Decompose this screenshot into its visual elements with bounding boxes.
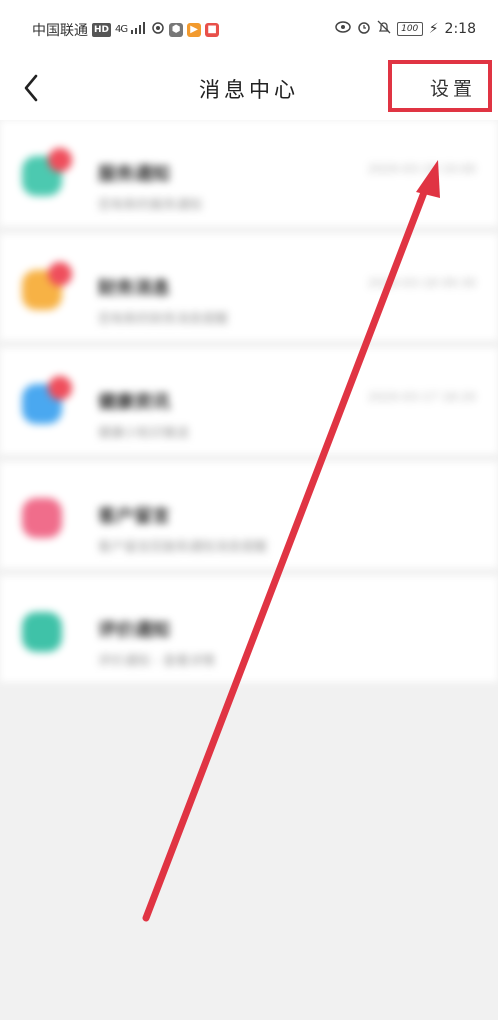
message-subtitle: 客户留言回复和通知消息提醒 (98, 540, 268, 555)
message-time: 2020-03-18 09:30 (367, 276, 476, 290)
battery-indicator: 100 (396, 22, 423, 36)
message-time: 2020-03-17 18:20 (367, 390, 476, 404)
message-list: 服务通知 您有新的服务通知 2020-03-18 10:00 财务消息 您有新的… (0, 120, 498, 690)
charging-icon: ⚡ (428, 21, 439, 37)
unread-dot (48, 376, 72, 400)
message-item-health[interactable]: 健康资讯 健康小知识推送 2020-03-17 18:20 (0, 348, 498, 454)
carrier-label: 中国联通 (32, 23, 88, 39)
message-item-finance[interactable]: 财务消息 您有新的财务消息提醒 2020-03-18 09:30 (0, 234, 498, 340)
message-title: 客户留言 (98, 506, 170, 527)
hotspot-icon (151, 21, 165, 39)
review-icon (22, 612, 62, 652)
message-item-customer[interactable]: 客户留言 客户留言回复和通知消息提醒 (0, 462, 498, 568)
unread-dot (48, 262, 72, 286)
video-app-icon: ▶ (187, 23, 202, 37)
customer-icon (22, 498, 62, 538)
message-title: 财务消息 (98, 278, 170, 299)
message-subtitle: 健康小知识推送 (98, 426, 190, 441)
hd-badge: HD (92, 23, 112, 37)
network-label: 4G (115, 24, 128, 35)
message-title: 评价通知 (98, 620, 170, 641)
signal-icon (131, 22, 147, 38)
status-left: 中国联通 HD 4G ⬢ ▶ ■ (32, 20, 220, 40)
message-item-service[interactable]: 服务通知 您有新的服务通知 2020-03-18 10:00 (0, 120, 498, 226)
status-bar: 中国联通 HD 4G ⬢ ▶ ■ 100 ⚡ 2:18 (0, 0, 498, 56)
message-subtitle: 评价通知 - 查看详情 (98, 654, 215, 669)
message-title: 服务通知 (98, 164, 170, 185)
message-item-review[interactable]: 评价通知 评价通知 - 查看详情 (0, 576, 498, 682)
eye-icon (334, 21, 351, 37)
message-title: 健康资讯 (98, 392, 170, 413)
alarm-icon (357, 20, 371, 38)
mute-bell-icon (377, 20, 391, 38)
message-subtitle: 您有新的服务通知 (98, 198, 203, 213)
settings-highlight-box (388, 60, 492, 112)
status-right: 100 ⚡ 2:18 (334, 20, 476, 38)
message-subtitle: 您有新的财务消息提醒 (98, 312, 229, 327)
app-notification-icon: ⬢ (169, 23, 184, 37)
message-time: 2020-03-18 10:00 (367, 162, 476, 176)
unread-dot (48, 148, 72, 172)
clock: 2:18 (444, 21, 476, 37)
shop-app-icon: ■ (205, 23, 220, 37)
